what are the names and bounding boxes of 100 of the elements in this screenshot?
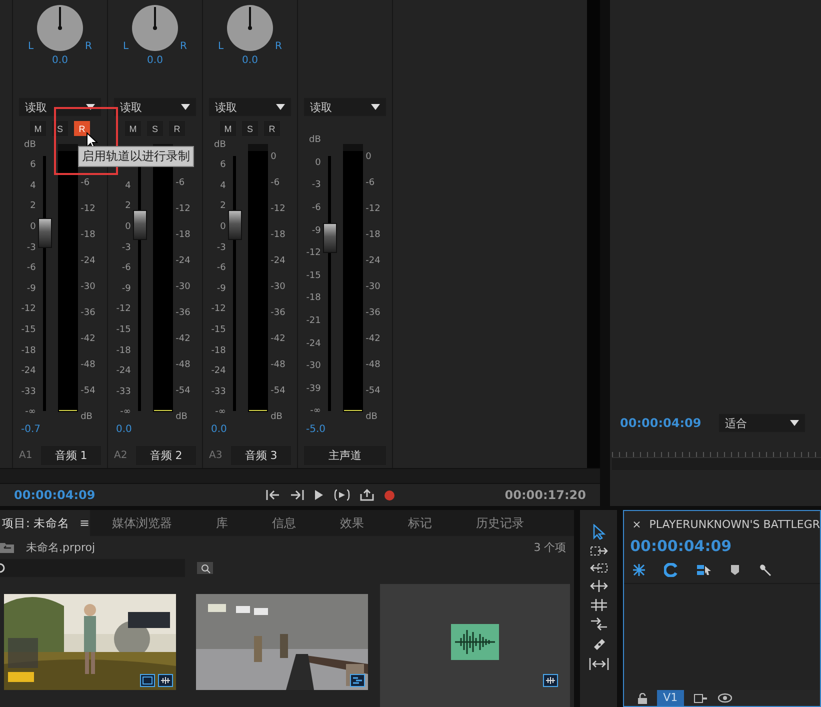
duration-timecode: 00:00:17:20: [504, 488, 586, 502]
caret-icon[interactable]: [790, 420, 799, 426]
folder-up-icon[interactable]: [0, 542, 14, 552]
sync-lock-icon[interactable]: [694, 692, 708, 704]
scale-label: -24: [80, 255, 96, 268]
track-target-button[interactable]: V1: [657, 690, 684, 706]
waveform-badge-icon[interactable]: [158, 674, 173, 687]
play-icon[interactable]: [314, 489, 324, 502]
sequence-badge-icon[interactable]: [350, 674, 365, 687]
automation-dropdown[interactable]: 读取: [209, 98, 291, 116]
pan-knob[interactable]: [132, 5, 178, 51]
search-field[interactable]: [0, 559, 185, 577]
loop-play-icon[interactable]: [334, 489, 350, 502]
caret-icon[interactable]: [371, 104, 380, 110]
scale-label: -36: [366, 307, 382, 320]
marker-icon[interactable]: [730, 564, 740, 576]
film-badge-icon[interactable]: [140, 674, 155, 687]
eye-icon[interactable]: [718, 693, 732, 703]
track-id: A2: [114, 450, 128, 460]
horizontal-scrollbar[interactable]: [0, 468, 600, 484]
pan-value: 0.0: [52, 55, 68, 66]
panel-tab[interactable]: 历史记录: [454, 510, 546, 536]
panel-tab[interactable]: 效果: [318, 510, 386, 536]
go-to-out-icon[interactable]: [290, 489, 304, 502]
track-toggle-button[interactable]: M: [30, 121, 46, 136]
sequence-title[interactable]: PLAYERUNKNOWN'S BATTLEGR: [649, 518, 820, 530]
scale-label: -39: [306, 382, 322, 396]
track-toggle-button[interactable]: S: [242, 121, 258, 136]
pan-knob[interactable]: [37, 5, 83, 51]
scale-label: -42: [80, 333, 96, 346]
timeline-timecode[interactable]: 00:00:04:09: [624, 537, 820, 555]
panel-menu[interactable]: ≡: [80, 516, 90, 530]
scale-label: -12: [366, 203, 382, 216]
scale-label: -12: [211, 303, 227, 316]
caret-icon[interactable]: [181, 104, 190, 110]
volume-value: -0.7: [20, 423, 42, 437]
panel-tab[interactable]: 库: [194, 510, 250, 536]
automation-dropdown[interactable]: 读取: [304, 98, 386, 116]
export-frame-icon[interactable]: [360, 489, 374, 502]
fader-thumb[interactable]: [322, 222, 337, 253]
folder-search-icon[interactable]: [197, 562, 213, 574]
go-to-in-icon[interactable]: [266, 489, 280, 502]
scale-label: -36: [80, 307, 96, 320]
monitor-timecode[interactable]: 00:00:04:09: [620, 416, 702, 430]
track-toggle-button[interactable]: R: [169, 121, 185, 136]
caret-icon[interactable]: [276, 104, 285, 110]
close-button[interactable]: ×: [632, 518, 642, 530]
panel-tab[interactable]: 标记: [386, 510, 454, 536]
wrench-icon[interactable]: [758, 563, 772, 577]
scale-label: -24: [211, 365, 227, 378]
scale-label: 4: [30, 180, 37, 193]
vertical-scrollbar[interactable]: [587, 0, 600, 468]
zoom-dropdown[interactable]: 适合: [719, 414, 805, 432]
fader-thumb[interactable]: [228, 210, 242, 240]
track-toggle-button[interactable]: M: [125, 121, 141, 136]
rolling-edit-icon[interactable]: [590, 579, 608, 593]
record-icon[interactable]: [384, 490, 394, 501]
scale-label: -30: [366, 281, 382, 294]
scale-label: 6: [30, 159, 37, 172]
scale-label: -3: [312, 179, 322, 192]
scale-label: -24: [176, 255, 192, 268]
scale-label: -21: [306, 315, 322, 328]
track-id: A3: [209, 450, 224, 460]
current-timecode[interactable]: 00:00:04:09: [14, 488, 96, 502]
panel-tab[interactable]: 媒体浏览器: [90, 510, 194, 536]
pan-knob[interactable]: [227, 5, 273, 51]
track-select-icon[interactable]: [590, 545, 608, 557]
selection-arrow-icon[interactable]: [592, 524, 606, 540]
search-icon[interactable]: [0, 563, 6, 573]
linked-selection-icon[interactable]: [664, 563, 678, 577]
fader-thumb[interactable]: [38, 218, 52, 248]
scale-label: -48: [176, 359, 192, 372]
pan-left-label: L: [218, 41, 224, 53]
waveform-badge-icon[interactable]: [543, 674, 558, 687]
scale-label: -∞: [310, 405, 322, 418]
track-toggle-button[interactable]: R: [74, 121, 90, 136]
caret-icon[interactable]: [86, 104, 95, 110]
rate-stretch-icon[interactable]: [590, 598, 608, 612]
slip-arrows-icon[interactable]: [590, 617, 608, 631]
fader-thumb[interactable]: [132, 210, 147, 240]
automation-dropdown[interactable]: 读取: [114, 98, 196, 116]
track-name: 音频 1: [41, 446, 101, 464]
marker-select-icon[interactable]: [696, 563, 712, 577]
ripple-edit-icon[interactable]: [590, 562, 608, 574]
scale-label: -18: [211, 344, 227, 358]
lock-icon[interactable]: [638, 692, 648, 704]
zoom-scrollbar[interactable]: [612, 458, 821, 470]
scale-label: -3: [216, 242, 227, 255]
automation-dropdown[interactable]: 读取: [19, 98, 101, 116]
panel-tab[interactable]: 信息: [250, 510, 318, 536]
panel-tab[interactable]: 项目: 未命名 ≡: [0, 510, 90, 536]
snap-icon[interactable]: [632, 563, 646, 577]
track-toggle-button[interactable]: M: [220, 121, 236, 136]
scale-label: -33: [116, 386, 132, 399]
volume-value: 0.0: [210, 423, 228, 437]
pan-left-label: L: [123, 41, 129, 53]
scale-label: -3: [26, 242, 37, 255]
track-toggle-button[interactable]: S: [147, 121, 163, 136]
track-toggle-button[interactable]: R: [264, 121, 280, 136]
scale-label: 4: [220, 180, 227, 193]
